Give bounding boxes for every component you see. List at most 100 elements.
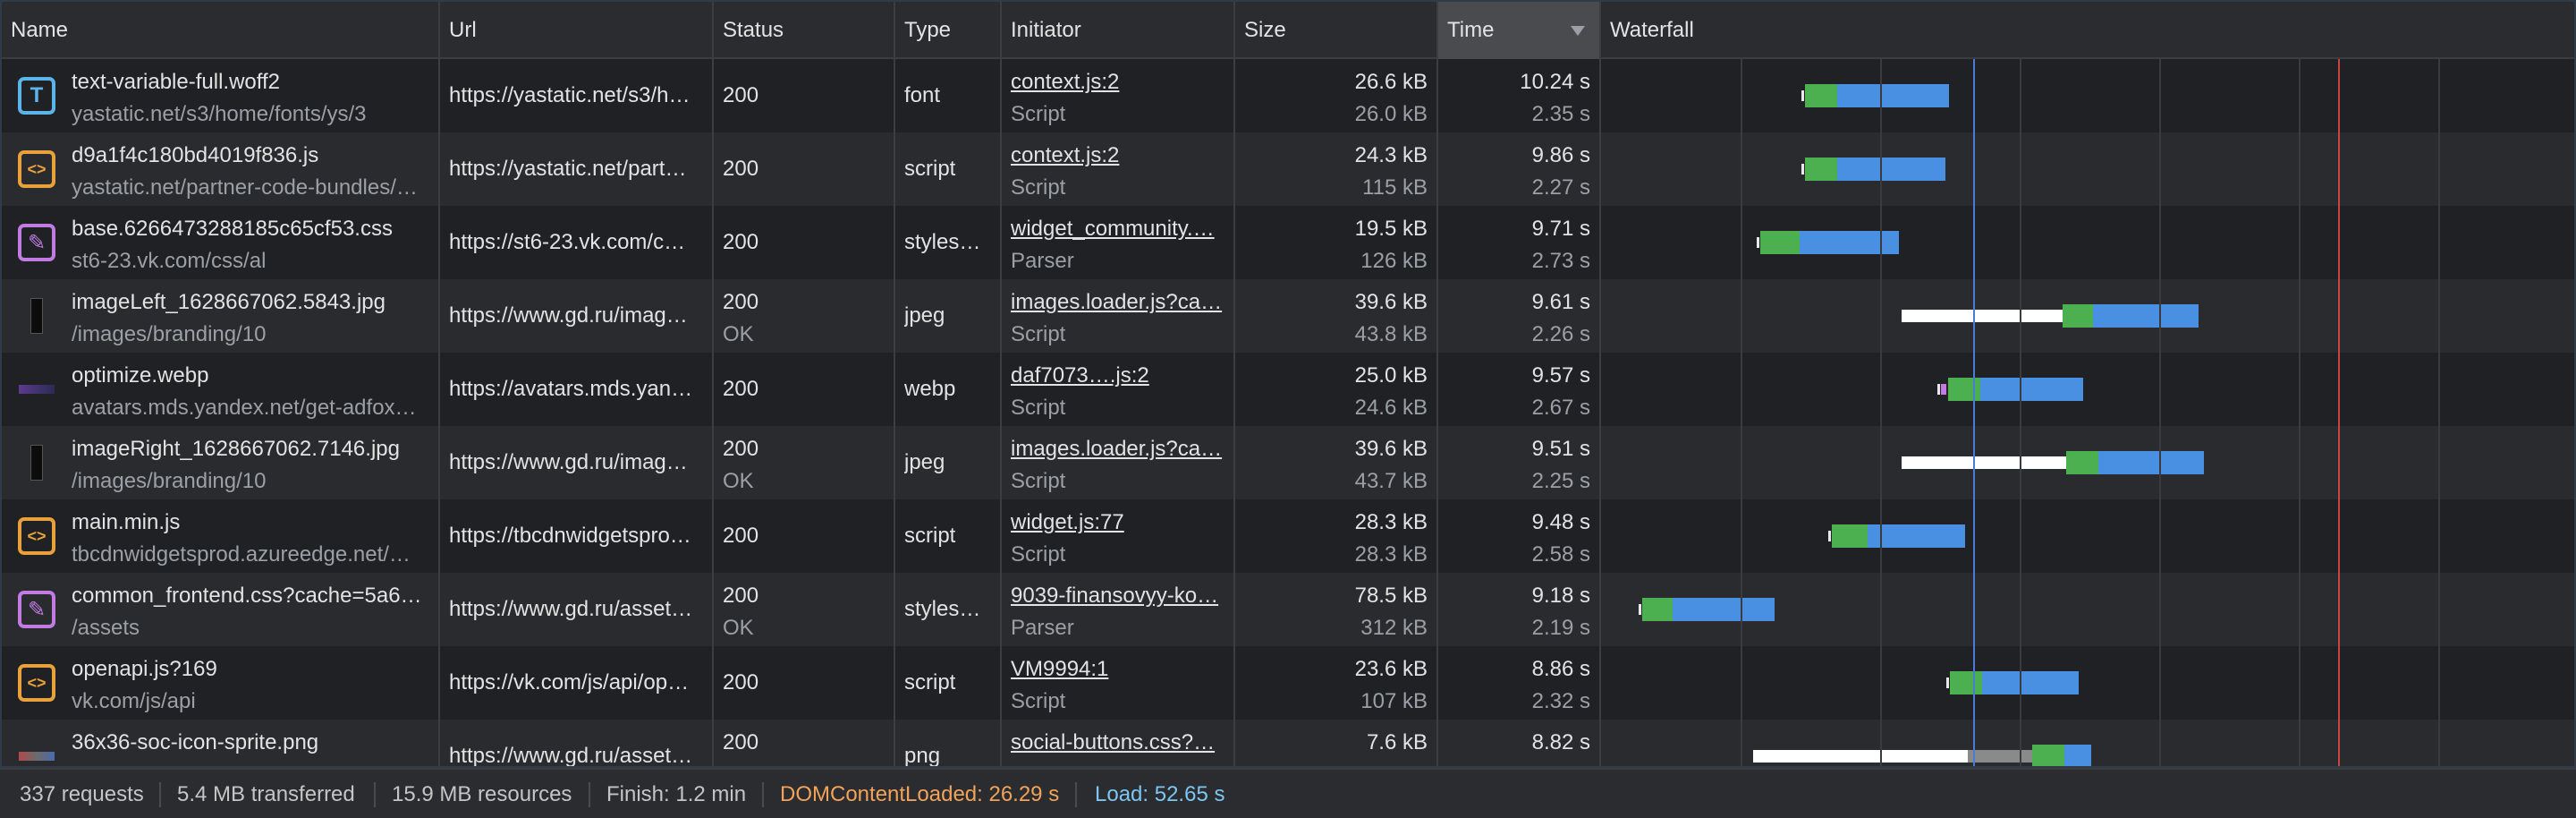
time-cell: 9.71 s 2.73 s bbox=[1438, 206, 1601, 279]
waterfall-cell bbox=[1601, 720, 2574, 766]
name-cell: <> d9a1f4c180bd4019f836.js yastatic.net/… bbox=[2, 132, 440, 206]
resource-type: jpeg bbox=[904, 450, 945, 474]
resource-size: 312 kB bbox=[1360, 616, 1428, 640]
finish-time: Finish: 1.2 min bbox=[606, 782, 747, 806]
latency-time: 2.73 s bbox=[1531, 249, 1590, 273]
latency-time: 2.35 s bbox=[1531, 102, 1590, 126]
status-code: 200 bbox=[723, 670, 759, 694]
request-path: yastatic.net/partner-code-bundles/… bbox=[72, 175, 418, 200]
url-cell: https://www.gd.ru/asset… bbox=[440, 720, 714, 768]
type-cell: script bbox=[895, 132, 1002, 206]
initiator-type: Script bbox=[1011, 469, 1066, 493]
transfer-size: 25.0 kB bbox=[1354, 363, 1428, 388]
request-row[interactable]: ✎ common_frontend.css?cache=5a6… /assets… bbox=[2, 573, 2574, 646]
url-cell: https://yastatic.net/part… bbox=[440, 132, 714, 206]
summary-divider bbox=[374, 782, 376, 807]
initiator-link[interactable]: 9039-finansovyy-ko… bbox=[1011, 584, 1224, 609]
waterfall-cell bbox=[1601, 573, 2574, 646]
latency-time: 2.58 s bbox=[1531, 542, 1590, 567]
initiator-link[interactable]: context.js:2 bbox=[1011, 70, 1224, 95]
waterfall-waiting-bar bbox=[1902, 456, 2066, 469]
request-url: https://avatars.mds.yan… bbox=[449, 377, 693, 401]
waterfall-download-bar bbox=[1837, 158, 1945, 181]
request-row[interactable]: imageLeft_1628667062.5843.jpg /images/br… bbox=[2, 279, 2574, 353]
status-code: 200 bbox=[723, 584, 759, 608]
request-url: https://www.gd.ru/asset… bbox=[449, 744, 693, 768]
url-cell: https://www.gd.ru/imag… bbox=[440, 279, 714, 353]
request-url: https://www.gd.ru/asset… bbox=[449, 597, 693, 621]
transfer-size: 28.3 kB bbox=[1354, 510, 1428, 534]
latency-time: 2.27 s bbox=[1531, 175, 1590, 200]
load-time: Load: 52.65 s bbox=[1095, 782, 1225, 806]
request-url: https://yastatic.net/part… bbox=[449, 157, 687, 181]
size-cell: 28.3 kB 28.3 kB bbox=[1235, 499, 1438, 573]
domcontentloaded-time: DOMContentLoaded: 26.29 s bbox=[780, 782, 1060, 806]
waterfall-ttfb-bar bbox=[1805, 158, 1837, 181]
type-cell: png bbox=[895, 720, 1002, 766]
initiator-link[interactable]: images.loader.js?ca… bbox=[1011, 437, 1224, 462]
status-cell: 200 bbox=[714, 499, 895, 573]
column-header-url[interactable]: Url bbox=[440, 2, 714, 59]
column-header-waterfall[interactable]: Waterfall bbox=[1601, 2, 2574, 59]
url-cell: https://www.gd.ru/imag… bbox=[440, 426, 714, 499]
request-row[interactable]: <> d9a1f4c180bd4019f836.js yastatic.net/… bbox=[2, 132, 2574, 206]
initiator-link[interactable]: images.loader.js?ca… bbox=[1011, 290, 1224, 315]
initiator-link[interactable]: widget_community.… bbox=[1011, 217, 1224, 242]
initiator-link[interactable]: social-buttons.css?… bbox=[1011, 730, 1224, 755]
resource-type: webp bbox=[904, 377, 956, 401]
latency-time: 2.67 s bbox=[1531, 396, 1590, 420]
request-row[interactable]: imageRight_1628667062.7146.jpg /images/b… bbox=[2, 426, 2574, 499]
status-text: OK bbox=[723, 322, 754, 346]
script-file-icon: <> bbox=[18, 150, 55, 188]
url-cell: https://tbcdnwidgetspro… bbox=[440, 499, 714, 573]
name-cell: ✎ base.6266473288185c65cf53.css st6-23.v… bbox=[2, 206, 440, 279]
type-cell: script bbox=[895, 646, 1002, 720]
type-cell: stylesh… bbox=[895, 206, 1002, 279]
request-row[interactable]: 36x36-soc-icon-sprite.png https://www.gd… bbox=[2, 720, 2574, 768]
type-cell: jpeg bbox=[895, 426, 1002, 499]
request-name: imageRight_1628667062.7146.jpg bbox=[72, 437, 400, 461]
waterfall-stalled-bar bbox=[1941, 384, 1946, 395]
waterfall-download-bar bbox=[1800, 231, 1899, 254]
url-cell: https://yastatic.net/s3/h… bbox=[440, 59, 714, 132]
script-file-icon: <> bbox=[18, 517, 55, 555]
request-row[interactable]: T text-variable-full.woff2 yastatic.net/… bbox=[2, 59, 2574, 132]
initiator-link[interactable]: widget.js:77 bbox=[1011, 510, 1224, 535]
column-header-initiator[interactable]: Initiator bbox=[1002, 2, 1235, 59]
status-cell: 200 bbox=[714, 206, 895, 279]
request-row[interactable]: <> openapi.js?169 vk.com/js/api https://… bbox=[2, 646, 2574, 720]
request-row[interactable]: optimize.webp avatars.mds.yandex.net/get… bbox=[2, 353, 2574, 426]
column-header-status[interactable]: Status bbox=[714, 2, 895, 59]
column-header-time[interactable]: Time bbox=[1438, 2, 1601, 59]
initiator-cell: widget_community.… Parser bbox=[1002, 206, 1235, 279]
initiator-cell: VM9994:1 Script bbox=[1002, 646, 1235, 720]
initiator-link[interactable]: context.js:2 bbox=[1011, 143, 1224, 168]
initiator-link[interactable]: VM9994:1 bbox=[1011, 657, 1224, 682]
request-name: common_frontend.css?cache=5a6… bbox=[72, 584, 422, 608]
summary-divider bbox=[762, 782, 764, 807]
request-rows: T text-variable-full.woff2 yastatic.net/… bbox=[2, 59, 2574, 768]
stylesheet-file-icon: ✎ bbox=[18, 591, 55, 628]
waterfall-cell bbox=[1601, 353, 2574, 426]
transfer-size: 39.6 kB bbox=[1354, 290, 1428, 314]
type-cell: font bbox=[895, 59, 1002, 132]
waterfall-waiting-bar bbox=[1902, 310, 2063, 322]
initiator-type: Script bbox=[1011, 322, 1066, 346]
waterfall-cell bbox=[1601, 646, 2574, 720]
request-path: vk.com/js/api bbox=[72, 689, 196, 713]
image-thumbnail-icon bbox=[18, 737, 55, 766]
request-row[interactable]: <> main.min.js tbcdnwidgetsprod.azureedg… bbox=[2, 499, 2574, 573]
column-header-type[interactable]: Type bbox=[895, 2, 1002, 59]
status-code: 200 bbox=[723, 524, 759, 548]
initiator-link[interactable]: daf7073….js:2 bbox=[1011, 363, 1224, 388]
column-header-name[interactable]: Name bbox=[2, 2, 440, 59]
status-cell: 200 bbox=[714, 353, 895, 426]
initiator-cell: images.loader.js?ca… Script bbox=[1002, 279, 1235, 353]
initiator-type: Script bbox=[1011, 102, 1066, 126]
resource-size: 115 kB bbox=[1362, 175, 1428, 200]
column-header-size[interactable]: Size bbox=[1235, 2, 1438, 59]
waterfall-queue-tick bbox=[1946, 677, 1949, 688]
resources-size: 15.9 MB resources bbox=[392, 782, 572, 806]
request-row[interactable]: ✎ base.6266473288185c65cf53.css st6-23.v… bbox=[2, 206, 2574, 279]
waterfall-queue-tick bbox=[1801, 90, 1804, 101]
